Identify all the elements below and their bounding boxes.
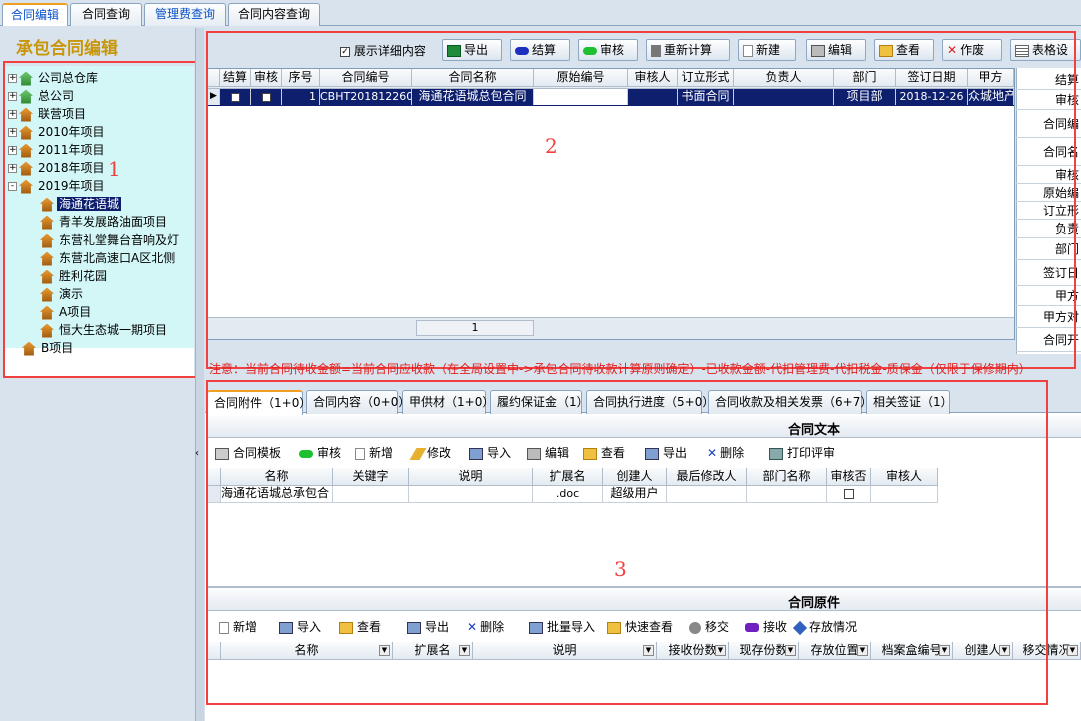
annotation-box-3 — [206, 380, 1048, 705]
annotation-label-1: 1 — [108, 157, 121, 181]
notice-text: 注意：当前合同待收金额=当前合同应收款（在全局设置中->承包合同待收款计算原则确… — [209, 362, 1031, 376]
tab-fee-query[interactable]: 管理费查询 — [144, 3, 226, 26]
tab-contract-edit[interactable]: 合同编辑 — [2, 3, 68, 26]
top-tab-bar: 合同编辑 合同查询 管理费查询 合同内容查询 — [0, 0, 1081, 26]
dropdown-arrow-icon[interactable]: ▼ — [1067, 645, 1078, 656]
annotation-box-2 — [206, 31, 1076, 369]
annotation-label-3: 3 — [614, 557, 627, 581]
page-title: 承包合同编辑 — [16, 39, 118, 59]
collapse-arrow-icon[interactable]: ‹ — [195, 448, 199, 459]
tab-contract-query[interactable]: 合同查询 — [70, 3, 142, 26]
splitter[interactable]: ‹ — [195, 28, 204, 721]
annotation-box-1 — [3, 61, 197, 378]
annotation-label-2: 2 — [545, 134, 558, 158]
tab-content-query[interactable]: 合同内容查询 — [228, 3, 320, 26]
